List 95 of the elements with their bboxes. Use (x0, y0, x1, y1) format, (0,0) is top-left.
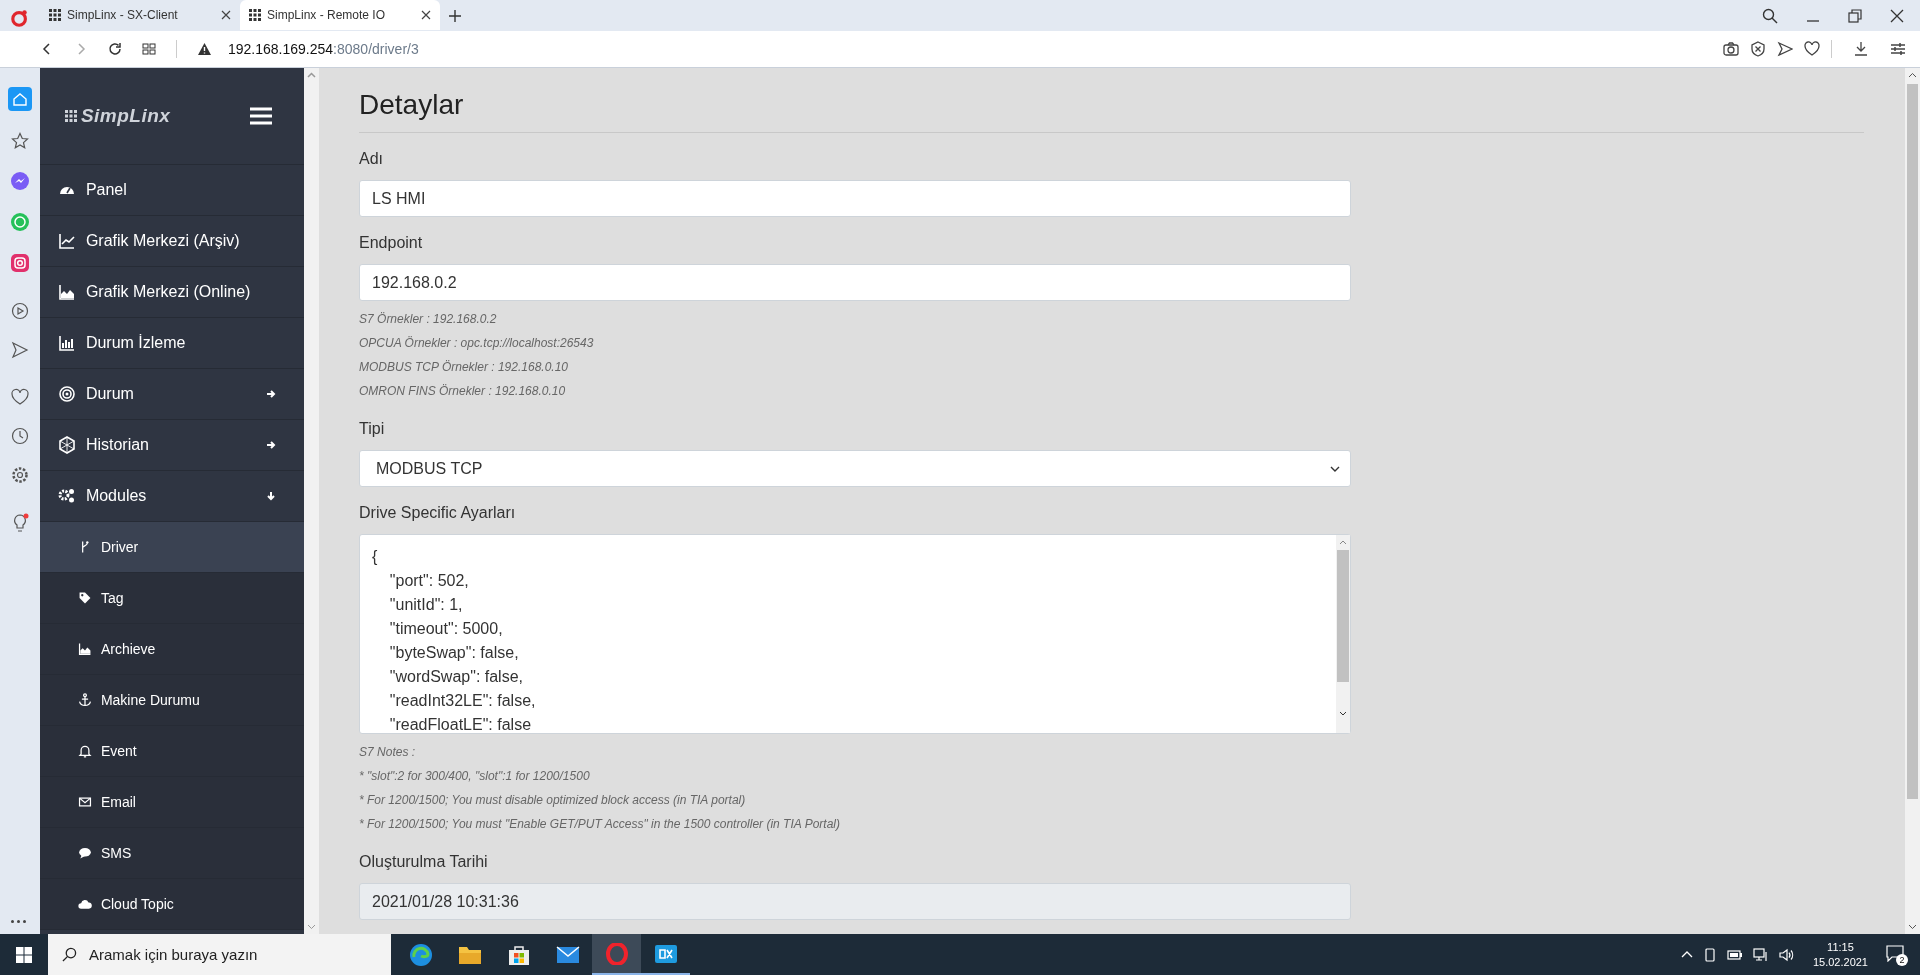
envelope-icon (77, 795, 92, 809)
windows-start-icon[interactable] (16, 946, 32, 963)
field-label: Endpoint (359, 233, 424, 253)
arrow-right-icon (266, 389, 277, 399)
field-label: Oluşturulma Tarihi (359, 852, 489, 872)
grid-icon (49, 9, 61, 21)
sidebar-item[interactable]: Email (39, 777, 305, 828)
sidebar-item[interactable]: Cloud Topic (39, 879, 305, 930)
home-icon[interactable] (7, 87, 32, 111)
hexagon-icon (57, 436, 76, 454)
help-text: S7 Örnekler : 192.168.0.2 (359, 311, 498, 328)
notification-icon[interactable] (1886, 943, 1904, 962)
close-icon[interactable] (221, 10, 231, 20)
browser-tab[interactable]: SimpLinx - Remote IO (240, 0, 440, 30)
notification-count: 2 (1896, 953, 1908, 966)
clock-date[interactable]: 15.02.2021 (1812, 954, 1868, 970)
heart-icon[interactable] (1804, 41, 1820, 57)
shield-icon[interactable] (1750, 41, 1766, 57)
scrollbar-thumb[interactable] (1907, 84, 1918, 799)
cloud-icon (77, 897, 92, 911)
help-text: MODBUS TCP Örnekler : 192.168.0.10 (359, 359, 569, 376)
sidebar-item[interactable]: Makine Durumu (39, 675, 305, 726)
heart-icon[interactable] (10, 388, 29, 406)
send-icon[interactable] (1777, 41, 1793, 57)
gears-icon (57, 487, 76, 505)
messenger-icon[interactable] (9, 171, 30, 191)
bell-icon (77, 744, 92, 758)
sidebar-item[interactable]: Tag (39, 573, 305, 624)
clock-icon[interactable] (10, 427, 29, 445)
help-text: OMRON FINS Örnekler : 192.168.0.10 (359, 383, 567, 400)
settings-icon[interactable] (1890, 41, 1906, 57)
warning-icon[interactable] (197, 42, 212, 56)
chat-icon (77, 846, 92, 860)
mail-icon[interactable] (555, 945, 580, 964)
help-text: OPCUA Örnekler : opc.tcp://localhost:26543 (359, 335, 595, 352)
scroll-down-icon[interactable] (1908, 922, 1917, 931)
help-text: * "slot":2 for 300/400, "slot":1 for 1200/1500 (359, 768, 591, 785)
grid-icon (249, 9, 261, 21)
play-icon[interactable] (10, 302, 29, 320)
device-icon[interactable] (1702, 947, 1717, 962)
scrollbar[interactable] (1336, 535, 1351, 733)
settings-icon[interactable] (10, 466, 29, 484)
logo-text: SimpLinx (80, 103, 171, 128)
reload-icon[interactable] (108, 42, 122, 56)
tag-icon (77, 591, 92, 605)
area-chart-icon (57, 283, 76, 301)
area-chart-icon (77, 642, 92, 656)
app-icon[interactable] (653, 942, 678, 965)
taskbar-search-field[interactable]: Aramak için buraya yazın (48, 934, 391, 975)
arrow-down-icon (266, 491, 277, 501)
network-icon[interactable] (1752, 947, 1769, 962)
text-field[interactable]: LS HMI (359, 180, 1352, 217)
sidebar-item[interactable]: Driver (39, 522, 305, 573)
clock-time[interactable]: 11:15 (1827, 939, 1854, 955)
text-field[interactable]: 192.168.0.2 (359, 264, 1352, 301)
instagram-icon[interactable] (9, 253, 30, 273)
bar-chart-icon (57, 334, 76, 352)
anchor-icon (77, 693, 92, 707)
restore-icon[interactable] (1848, 9, 1862, 23)
browser-icon[interactable] (408, 942, 433, 967)
field-label: Drive Specific Ayarları (359, 503, 517, 523)
scroll-down-icon[interactable] (1339, 709, 1348, 717)
page-title: Detaylar (359, 86, 1865, 133)
download-icon[interactable] (1853, 41, 1869, 57)
field-label: Tipi (359, 419, 386, 439)
new-tab-icon[interactable] (448, 9, 462, 23)
scroll-up-icon[interactable] (1908, 71, 1917, 80)
grid-icon[interactable] (142, 42, 156, 56)
help-text: * For 1200/1500; You must disable optimized block access (in TIA portal) (359, 792, 747, 809)
battery-icon[interactable] (1726, 948, 1743, 961)
sidebar-item[interactable]: SMS (39, 828, 305, 879)
field-label: Adı (359, 149, 385, 169)
arrow-right-icon (266, 440, 277, 450)
send-icon[interactable] (10, 341, 29, 359)
line-chart-icon (57, 232, 76, 250)
store-icon[interactable] (507, 943, 530, 966)
help-text: S7 Notes : (359, 744, 417, 761)
target-icon (57, 385, 76, 403)
close-icon[interactable] (1890, 9, 1904, 23)
scroll-up-icon[interactable] (1339, 538, 1348, 546)
sidebar-item[interactable]: Archieve (39, 624, 305, 675)
camera-icon[interactable] (1723, 41, 1739, 57)
code-text-area[interactable]: { "port": 502, "unitId": 1, "timeout": 5000, "byteSwap": false, "wordSwap": false, "readInt32LE": false, "readFloatLE": false (359, 534, 1352, 734)
search-icon[interactable] (1762, 8, 1778, 24)
dropdown[interactable]: MODBUS TCP (359, 450, 1352, 487)
logo-icon (64, 110, 77, 122)
menu-icon[interactable] (250, 107, 273, 125)
sidebar-item[interactable]: Event (39, 726, 305, 777)
speaker-icon[interactable] (1778, 947, 1795, 962)
close-icon[interactable] (421, 10, 431, 20)
help-text: * For 1200/1500; You must "Enable GET/PUT Access" in the 1500 controller (in TIA Portal) (359, 816, 841, 833)
search-icon (62, 947, 77, 962)
star-icon[interactable] (10, 132, 29, 150)
url-text[interactable]: 192.168.169.254:8080/driver/3 (228, 38, 419, 60)
browser-logo-icon[interactable] (11, 9, 29, 27)
